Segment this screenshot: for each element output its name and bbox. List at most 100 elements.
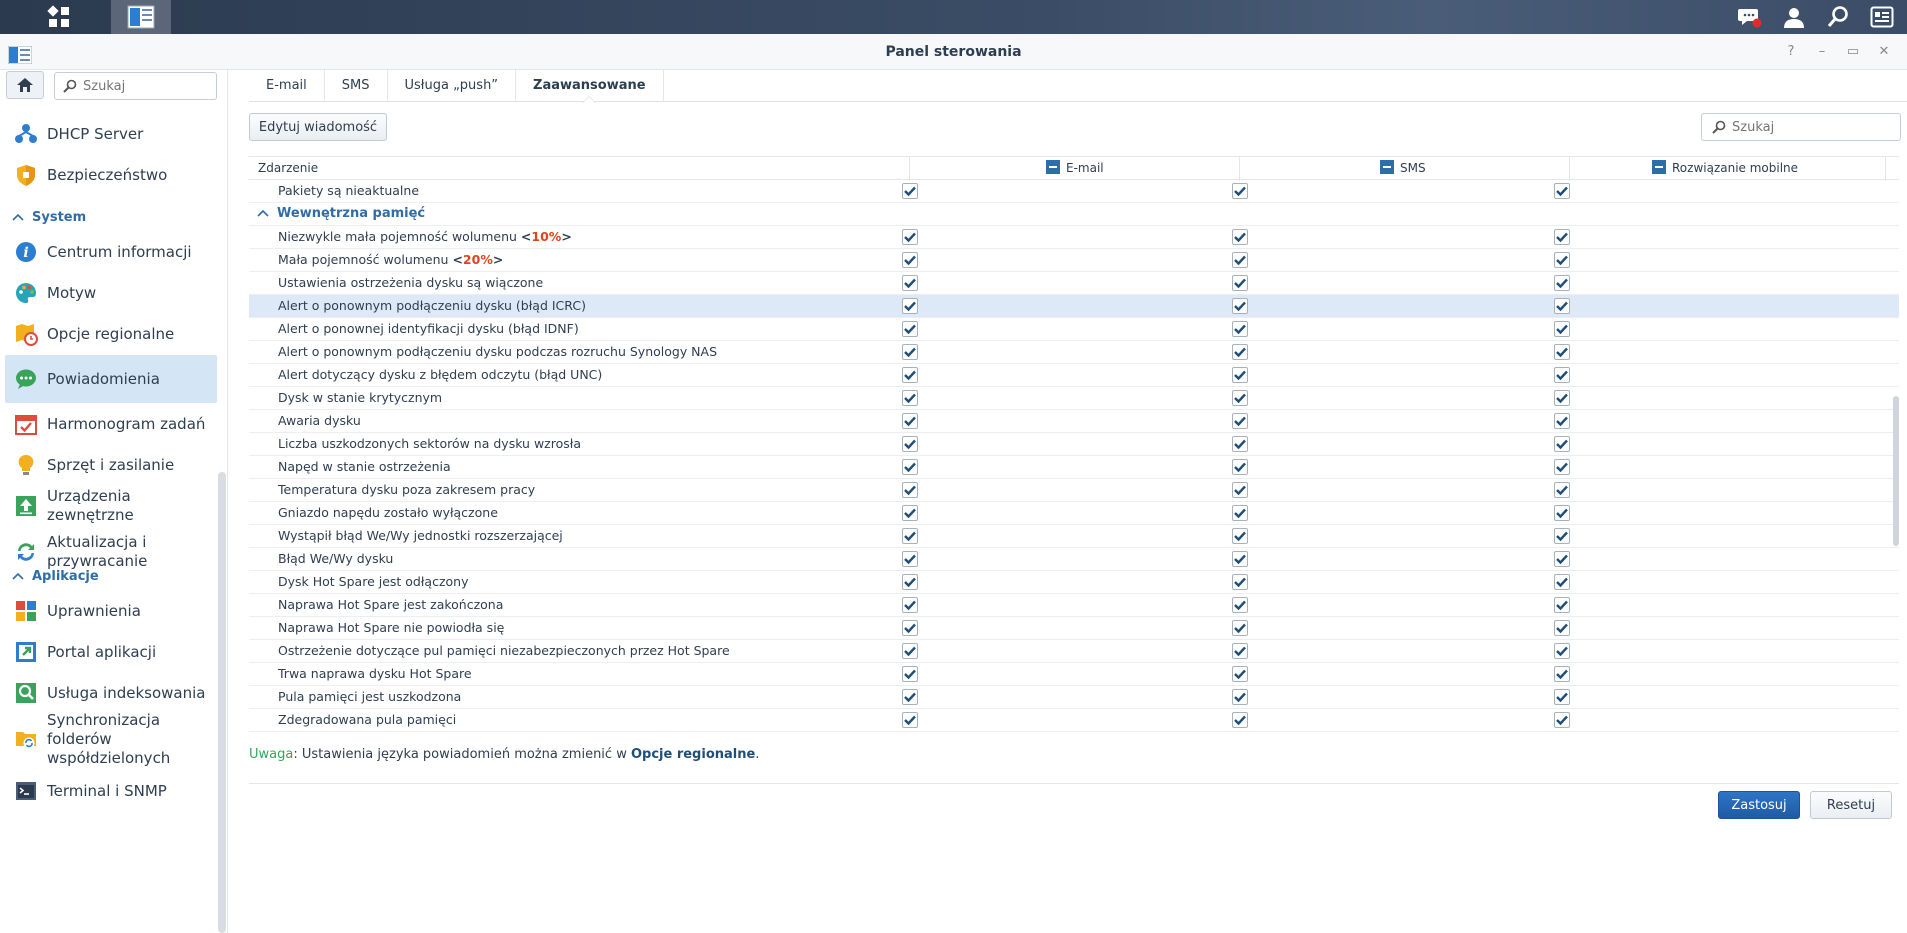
sidebar-item-permissions[interactable]: Uprawnienia bbox=[5, 590, 217, 632]
email-checkbox[interactable] bbox=[902, 528, 918, 544]
sidebar-item-notifications[interactable]: Powiadomienia bbox=[5, 355, 217, 403]
table-row[interactable]: Liczba uszkodzonych sektorów na dysku wz… bbox=[249, 433, 1899, 456]
column-header-mobile[interactable]: Rozwiązanie mobilne bbox=[1652, 157, 1798, 181]
table-row[interactable]: Zdegradowana pula pamięci bbox=[249, 709, 1899, 732]
close-button[interactable]: ✕ bbox=[1874, 42, 1894, 62]
table-row[interactable]: Naprawa Hot Spare jest zakończona bbox=[249, 594, 1899, 617]
tab-email[interactable]: E-mail bbox=[249, 70, 325, 102]
sms-select-all-checkbox[interactable] bbox=[1380, 160, 1394, 174]
email-checkbox[interactable] bbox=[902, 183, 918, 199]
email-checkbox[interactable] bbox=[902, 459, 918, 475]
mobile-checkbox[interactable] bbox=[1554, 482, 1570, 498]
table-row[interactable]: Trwa naprawa dysku Hot Spare bbox=[249, 663, 1899, 686]
user-button[interactable] bbox=[1774, 0, 1814, 34]
mobile-checkbox[interactable] bbox=[1554, 298, 1570, 314]
sms-checkbox[interactable] bbox=[1232, 298, 1248, 314]
chevron-up-icon[interactable] bbox=[257, 206, 269, 221]
column-header-email[interactable]: E-mail bbox=[1046, 157, 1104, 181]
home-button[interactable] bbox=[6, 71, 44, 99]
sidebar-item-security[interactable]: Bezpieczeństwo bbox=[5, 154, 217, 196]
sms-checkbox[interactable] bbox=[1232, 275, 1248, 291]
table-row[interactable]: Temperatura dysku poza zakresem pracy bbox=[249, 479, 1899, 502]
email-checkbox[interactable] bbox=[902, 482, 918, 498]
table-row[interactable]: Alert o ponownym podłączeniu dysku (błąd… bbox=[249, 295, 1899, 318]
apply-button[interactable]: Zastosuj bbox=[1718, 791, 1800, 819]
mobile-checkbox[interactable] bbox=[1554, 689, 1570, 705]
mobile-checkbox[interactable] bbox=[1554, 229, 1570, 245]
notifications-button[interactable] bbox=[1730, 0, 1770, 34]
sms-checkbox[interactable] bbox=[1232, 528, 1248, 544]
email-checkbox[interactable] bbox=[902, 551, 918, 567]
mobile-checkbox[interactable] bbox=[1554, 620, 1570, 636]
mobile-checkbox[interactable] bbox=[1554, 436, 1570, 452]
email-checkbox[interactable] bbox=[902, 275, 918, 291]
email-checkbox[interactable] bbox=[902, 252, 918, 268]
sms-checkbox[interactable] bbox=[1232, 229, 1248, 245]
column-header-event[interactable]: Zdarzenie bbox=[258, 157, 318, 181]
mobile-checkbox[interactable] bbox=[1554, 275, 1570, 291]
email-checkbox[interactable] bbox=[902, 689, 918, 705]
sms-checkbox[interactable] bbox=[1232, 620, 1248, 636]
grid-scrollbar[interactable] bbox=[1893, 396, 1899, 546]
minimize-button[interactable]: – bbox=[1812, 42, 1832, 62]
email-select-all-checkbox[interactable] bbox=[1046, 160, 1060, 174]
tab-push-service[interactable]: Usługa „push” bbox=[388, 70, 517, 102]
email-checkbox[interactable] bbox=[902, 367, 918, 383]
table-row[interactable]: Napęd w stanie ostrzeżenia bbox=[249, 456, 1899, 479]
sidebar-item-info-center[interactable]: i Centrum informacji bbox=[5, 231, 217, 273]
mobile-checkbox[interactable] bbox=[1554, 390, 1570, 406]
tab-sms[interactable]: SMS bbox=[325, 70, 388, 102]
sidebar-item-hardware-power[interactable]: Sprzęt i zasilanie bbox=[5, 444, 217, 486]
table-row[interactable]: Wystąpił błąd We/Wy jednostki rozszerzaj… bbox=[249, 525, 1899, 548]
table-row[interactable]: Niezwykle mała pojemność wolumenu <10%> bbox=[249, 226, 1899, 249]
sidebar-item-theme[interactable]: Motyw bbox=[5, 272, 217, 314]
tab-advanced[interactable]: Zaawansowane bbox=[516, 70, 664, 103]
table-row[interactable]: Pakiety są nieaktualne bbox=[249, 180, 1899, 203]
sidebar-search[interactable] bbox=[54, 72, 217, 100]
email-checkbox[interactable] bbox=[902, 413, 918, 429]
sms-checkbox[interactable] bbox=[1232, 712, 1248, 728]
sidebar-scrollbar[interactable] bbox=[218, 472, 226, 933]
sidebar-item-task-scheduler[interactable]: Harmonogram zadań bbox=[5, 403, 217, 445]
mobile-checkbox[interactable] bbox=[1554, 413, 1570, 429]
table-row[interactable]: Alert dotyczący dysku z błędem odczytu (… bbox=[249, 364, 1899, 387]
email-checkbox[interactable] bbox=[902, 643, 918, 659]
table-row[interactable]: Błąd We/Wy dysku bbox=[249, 548, 1899, 571]
sms-checkbox[interactable] bbox=[1232, 643, 1248, 659]
sms-checkbox[interactable] bbox=[1232, 574, 1248, 590]
sidebar-item-external-devices[interactable]: Urządzenia zewnętrzne bbox=[5, 485, 217, 527]
email-checkbox[interactable] bbox=[902, 321, 918, 337]
sms-checkbox[interactable] bbox=[1232, 390, 1248, 406]
main-menu-button[interactable] bbox=[18, 0, 100, 34]
edit-message-button[interactable]: Edytuj wiadomość bbox=[249, 113, 387, 141]
sidebar-item-regional-options[interactable]: Opcje regionalne bbox=[5, 313, 217, 355]
email-checkbox[interactable] bbox=[902, 229, 918, 245]
regional-options-link[interactable]: Opcje regionalne bbox=[631, 747, 755, 762]
mobile-checkbox[interactable] bbox=[1554, 459, 1570, 475]
mobile-checkbox[interactable] bbox=[1554, 643, 1570, 659]
group-row-internal-storage[interactable]: Wewnętrzna pamięć bbox=[249, 203, 1899, 226]
email-checkbox[interactable] bbox=[902, 344, 918, 360]
table-row[interactable]: Dysk Hot Spare jest odłączony bbox=[249, 571, 1899, 594]
sms-checkbox[interactable] bbox=[1232, 482, 1248, 498]
control-panel-taskbar-button[interactable] bbox=[111, 0, 171, 34]
section-system[interactable]: System bbox=[12, 210, 86, 225]
mobile-checkbox[interactable] bbox=[1554, 252, 1570, 268]
sms-checkbox[interactable] bbox=[1232, 459, 1248, 475]
sms-checkbox[interactable] bbox=[1232, 344, 1248, 360]
column-header-sms[interactable]: SMS bbox=[1380, 157, 1426, 181]
mobile-checkbox[interactable] bbox=[1554, 505, 1570, 521]
sms-checkbox[interactable] bbox=[1232, 252, 1248, 268]
email-checkbox[interactable] bbox=[902, 620, 918, 636]
sms-checkbox[interactable] bbox=[1232, 183, 1248, 199]
table-row[interactable]: Alert o ponownym podłączeniu dysku podcz… bbox=[249, 341, 1899, 364]
table-row[interactable]: Ustawienia ostrzeżenia dysku są wiączone bbox=[249, 272, 1899, 295]
sms-checkbox[interactable] bbox=[1232, 367, 1248, 383]
sms-checkbox[interactable] bbox=[1232, 689, 1248, 705]
table-row[interactable]: Dysk w stanie krytycznym bbox=[249, 387, 1899, 410]
maximize-button[interactable]: ▭ bbox=[1843, 42, 1863, 62]
sms-checkbox[interactable] bbox=[1232, 505, 1248, 521]
mobile-checkbox[interactable] bbox=[1554, 344, 1570, 360]
mobile-checkbox[interactable] bbox=[1554, 666, 1570, 682]
email-checkbox[interactable] bbox=[902, 574, 918, 590]
